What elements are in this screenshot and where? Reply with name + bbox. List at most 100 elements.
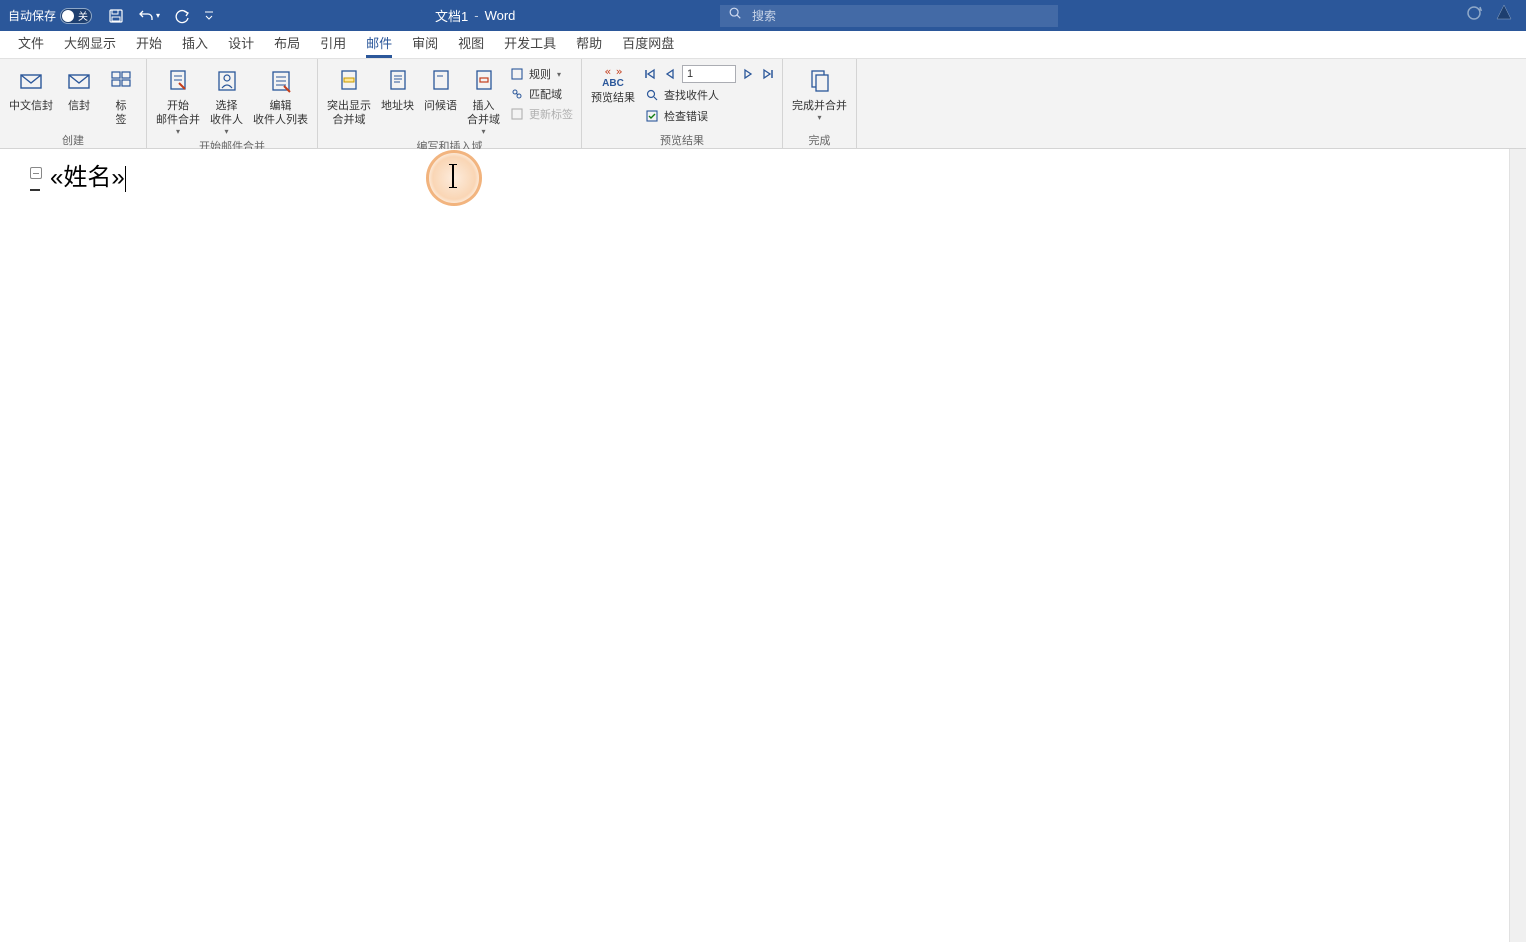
tab-developer[interactable]: 开发工具 [494, 29, 566, 58]
next-record-button[interactable] [740, 66, 756, 82]
group-preview: « » ABC 预览结果 查找收件人 检查错误 [582, 59, 783, 148]
undo-split-button[interactable]: ▾ [138, 8, 160, 24]
chevron-down-icon: ▾ [817, 113, 821, 122]
save-button[interactable] [108, 8, 124, 24]
chinese-envelope-button[interactable]: 中文信封 [6, 63, 56, 115]
match-fields-button[interactable]: 匹配域 [507, 85, 575, 103]
find-recipient-button[interactable]: 查找收件人 [642, 86, 776, 104]
preview-results-button[interactable]: « » ABC 预览结果 [588, 63, 638, 107]
start-merge-button[interactable]: 开始 邮件合并 ▾ [153, 63, 203, 138]
quick-access-toolbar: ▾ [108, 8, 214, 24]
record-number-input[interactable] [682, 65, 736, 83]
select-recipients-button[interactable]: 选择 收件人 ▾ [207, 63, 246, 138]
preview-brackets-icon: « » [605, 65, 622, 78]
preview-abc-icon: ABC [602, 78, 624, 89]
notification-icon[interactable] [1494, 3, 1514, 28]
ribbon-tabs: 文件 大纲显示 开始 插入 设计 布局 引用 邮件 审阅 视图 开发工具 帮助 … [0, 31, 1526, 59]
greeting-icon [425, 65, 457, 97]
tab-layout[interactable]: 布局 [264, 29, 310, 58]
find-icon [644, 87, 660, 103]
autosave-state: 关 [78, 8, 88, 23]
edit-recipients-button[interactable]: 编辑 收件人列表 [250, 63, 311, 129]
outline-collapse-icon[interactable] [30, 167, 42, 179]
edit-recipients-icon [265, 65, 297, 97]
chevron-down-icon: ▾ [224, 127, 228, 136]
chinese-envelope-label: 中文信封 [9, 99, 53, 113]
envelope-label: 信封 [68, 99, 90, 113]
customize-qat-button[interactable] [204, 8, 214, 24]
search-placeholder: 搜索 [752, 7, 776, 24]
outline-underline [30, 189, 40, 191]
merge-field-text[interactable]: «姓名» [50, 157, 126, 192]
title-separator: - [474, 8, 478, 23]
chevron-down-icon: ▾ [156, 11, 160, 20]
tab-outline[interactable]: 大纲显示 [54, 29, 126, 58]
finish-icon [804, 65, 836, 97]
rules-icon [509, 66, 525, 82]
group-start-merge: 开始 邮件合并 ▾ 选择 收件人 ▾ 编辑 收件人列表 开始邮件合并 [147, 59, 318, 148]
labels-button[interactable]: 标 签 [102, 63, 140, 129]
group-create-label: 创建 [62, 132, 84, 148]
check-errors-button[interactable]: 检查错误 [642, 107, 776, 125]
finish-merge-button[interactable]: 完成并合并 ▾ [789, 63, 850, 124]
find-label: 查找收件人 [664, 87, 719, 103]
update-label: 更新标签 [529, 106, 573, 122]
select-recipients-icon [211, 65, 243, 97]
tab-insert[interactable]: 插入 [172, 29, 218, 58]
address-label: 地址块 [381, 99, 414, 113]
text-cursor [125, 166, 126, 192]
tab-home[interactable]: 开始 [126, 29, 172, 58]
search-box[interactable]: 搜索 [720, 5, 1058, 27]
tab-design[interactable]: 设计 [218, 29, 264, 58]
highlight-icon [333, 65, 365, 97]
tab-view[interactable]: 视图 [448, 29, 494, 58]
autosave-toggle[interactable]: 自动保存 关 [8, 7, 92, 24]
check-label: 检查错误 [664, 108, 708, 124]
greeting-button[interactable]: 问候语 [421, 63, 460, 115]
last-record-button[interactable] [760, 66, 776, 82]
check-icon [644, 108, 660, 124]
chevron-down-icon: ▾ [557, 70, 561, 79]
record-nav [642, 65, 776, 83]
tab-references[interactable]: 引用 [310, 29, 356, 58]
envelope-cn-icon [15, 65, 47, 97]
tab-help[interactable]: 帮助 [566, 29, 612, 58]
group-preview-label: 预览结果 [660, 132, 704, 148]
labels-icon [105, 65, 137, 97]
chevron-down-icon: ▾ [176, 127, 180, 136]
tab-mailings[interactable]: 邮件 [356, 29, 402, 58]
autosave-switch[interactable]: 关 [60, 8, 92, 24]
document-title: 文档1 - Word [435, 6, 515, 25]
ibeam-cursor-icon [452, 164, 454, 188]
envelope-icon [63, 65, 95, 97]
highlight-fields-button[interactable]: 突出显示 合并域 [324, 63, 374, 129]
group-finish: 完成并合并 ▾ 完成 [783, 59, 857, 148]
rules-label: 规则 [529, 66, 551, 82]
tab-baidu[interactable]: 百度网盘 [612, 29, 684, 58]
highlight-label: 突出显示 合并域 [327, 99, 371, 127]
prev-record-button[interactable] [662, 66, 678, 82]
address-block-button[interactable]: 地址块 [378, 63, 417, 115]
finish-label: 完成并合并 [792, 99, 847, 113]
group-create: 中文信封 信封 标 签 创建 [0, 59, 147, 148]
update-icon [509, 106, 525, 122]
sync-icon[interactable] [1464, 3, 1484, 28]
document-area[interactable]: «姓名» [0, 149, 1526, 942]
match-label: 匹配域 [529, 86, 562, 102]
insert-field-icon [468, 65, 500, 97]
preview-label: 预览结果 [591, 91, 635, 105]
match-icon [509, 86, 525, 102]
first-record-button[interactable] [642, 66, 658, 82]
envelope-button[interactable]: 信封 [60, 63, 98, 115]
rules-button[interactable]: 规则 ▾ [507, 65, 575, 83]
vertical-scrollbar[interactable] [1509, 149, 1526, 942]
select-recipients-label: 选择 收件人 [210, 99, 243, 127]
doc-name: 文档1 [435, 6, 468, 25]
titlebar: 自动保存 关 ▾ 文档1 - Word 搜索 [0, 0, 1526, 31]
start-merge-icon [162, 65, 194, 97]
redo-button[interactable] [174, 8, 190, 24]
tab-file[interactable]: 文件 [8, 29, 54, 58]
tab-review[interactable]: 审阅 [402, 29, 448, 58]
greeting-label: 问候语 [424, 99, 457, 113]
insert-merge-field-button[interactable]: 插入 合并域 ▾ [464, 63, 503, 138]
